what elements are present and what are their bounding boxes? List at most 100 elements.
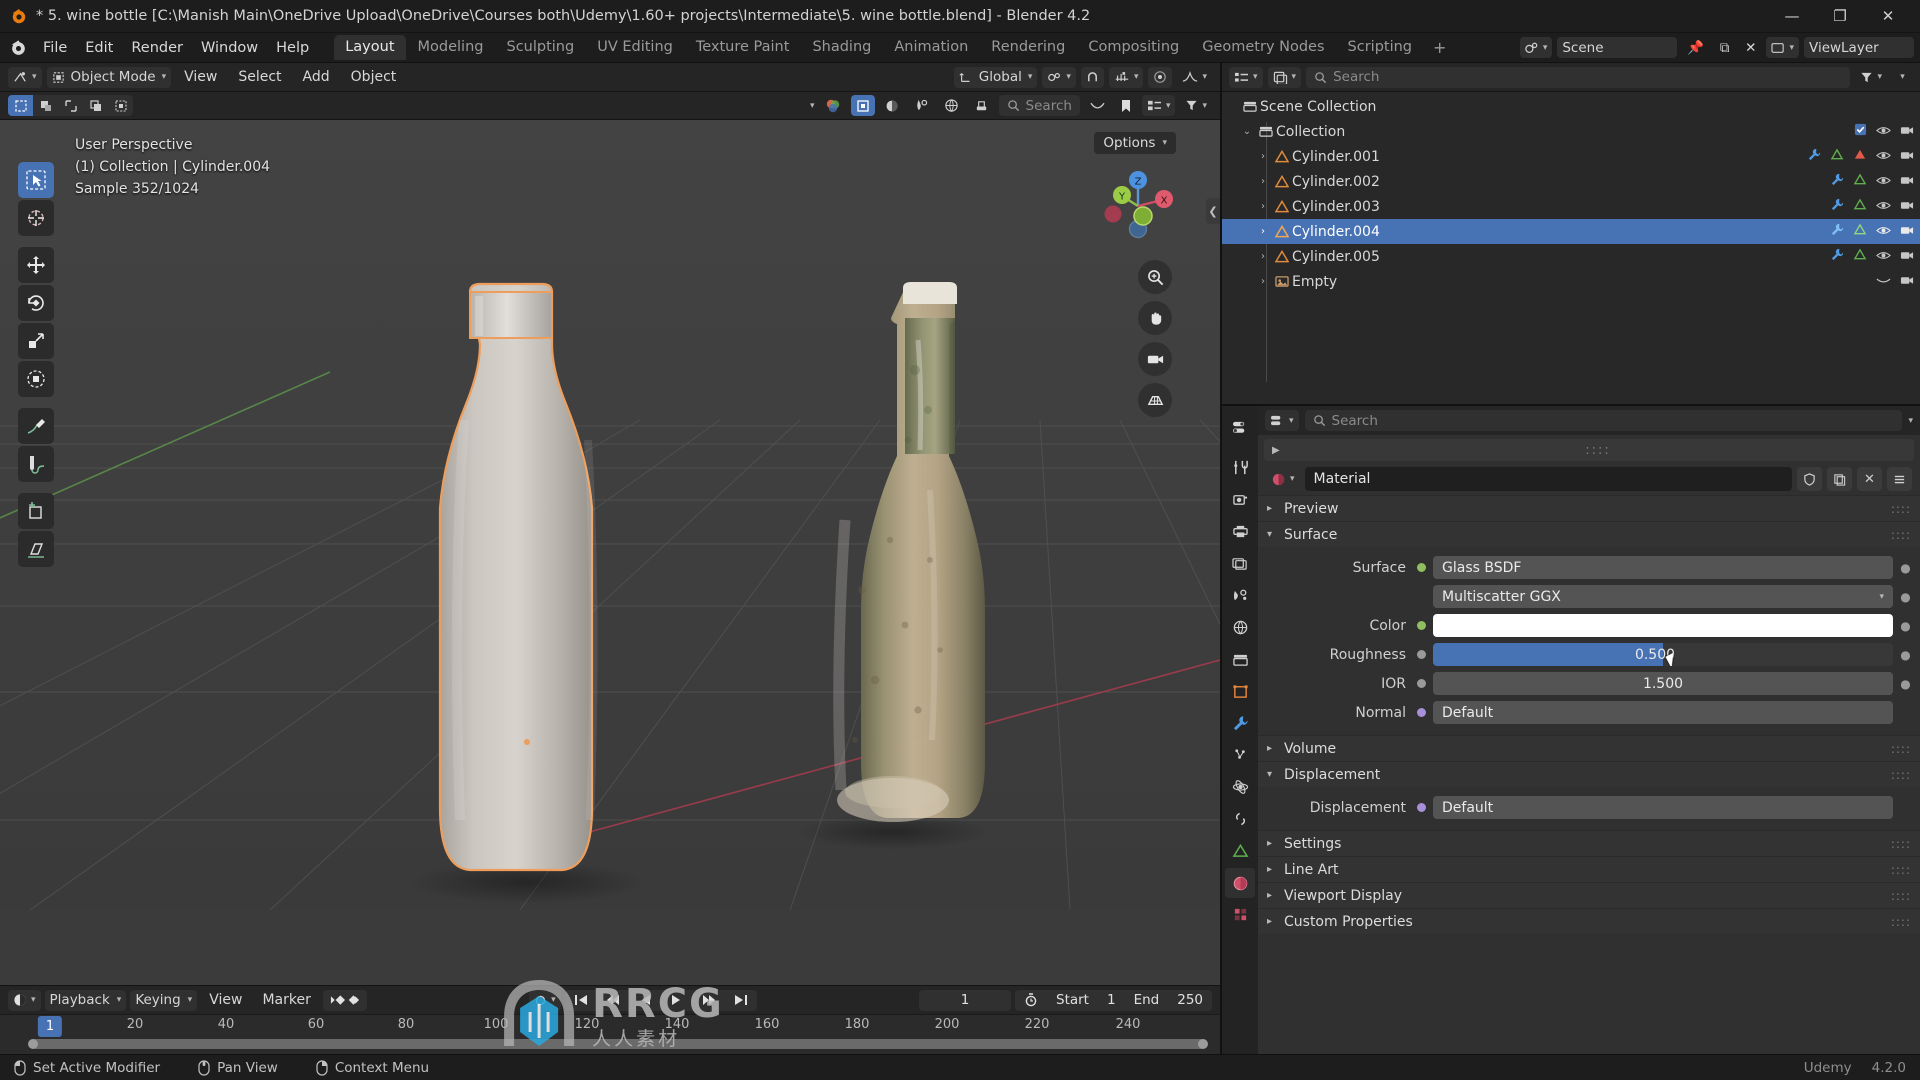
properties-breadcrumb[interactable]: ▶ :::: <box>1264 439 1914 461</box>
transform-tool-icon[interactable] <box>18 361 54 397</box>
outliner-collapse-icon[interactable]: ▾ <box>1892 67 1913 88</box>
zoom-view-icon[interactable] <box>1138 260 1172 294</box>
editor-type-icon[interactable]: ▾ <box>8 66 42 88</box>
mesh-data-icon[interactable] <box>1830 148 1844 165</box>
timeline-playhead[interactable]: 1 <box>37 1016 63 1037</box>
pan-view-icon[interactable] <box>1138 301 1172 335</box>
tab-layout[interactable]: Layout <box>334 35 406 60</box>
surface-animate-dot[interactable]: ● <box>1900 561 1911 575</box>
pin-scene-icon[interactable]: 📌 <box>1682 37 1709 58</box>
outliner-row-cylinder-001[interactable]: › Cylinder.001 <box>1222 144 1920 169</box>
shear-tool-icon[interactable] <box>18 531 54 567</box>
viewport-options-button[interactable]: Options ▾ <box>1094 132 1176 154</box>
add-workspace-button[interactable]: + <box>1424 36 1455 59</box>
viewlayer-name-field[interactable]: ViewLayer <box>1804 37 1914 58</box>
color-animate-dot[interactable]: ● <box>1900 619 1911 633</box>
outliner-row-cylinder-002[interactable]: › Cylinder.002 <box>1222 169 1920 194</box>
filter-curve-icon[interactable] <box>1085 95 1110 116</box>
outliner-search-input[interactable]: Search <box>1306 66 1851 88</box>
timeline-editor-type-icon[interactable]: ▾ <box>8 989 41 1011</box>
new-scene-icon[interactable]: ⧉ <box>1714 37 1735 58</box>
outliner-expand-arrow[interactable]: › <box>1254 276 1272 287</box>
select-intersect-icon[interactable] <box>108 95 133 116</box>
eye-icon[interactable] <box>1876 149 1891 165</box>
timeline-menu-marker[interactable]: Marker <box>254 990 318 1010</box>
camera-render-icon[interactable] <box>1900 274 1914 290</box>
distribution-dropdown[interactable]: Multiscatter GGX ▾ <box>1433 585 1893 608</box>
navigation-gizmo[interactable]: Z X Y <box>1098 166 1178 246</box>
cursor-tool-icon[interactable] <box>18 200 54 236</box>
viewport-menu-select[interactable]: Select <box>230 67 289 87</box>
properties-editor-type-icon[interactable] <box>1225 412 1255 442</box>
jump-to-start-button[interactable] <box>565 990 597 1011</box>
properties-collapse-caret[interactable]: ▾ <box>1908 416 1913 426</box>
menu-edit[interactable]: Edit <box>76 37 122 59</box>
distribution-animate-dot[interactable]: ● <box>1900 590 1911 604</box>
eye-icon[interactable] <box>1876 249 1891 265</box>
show-gizmo-icon[interactable] <box>850 95 875 116</box>
keying-menu[interactable]: Keying ▾ <box>130 989 198 1011</box>
snap-settings-icon[interactable]: ▾ <box>1108 66 1144 88</box>
outliner-row-cylinder-003[interactable]: › Cylinder.003 <box>1222 194 1920 219</box>
outliner-expand-arrow[interactable]: › <box>1254 151 1272 162</box>
falloff-curve-icon[interactable]: ▾ <box>1177 67 1212 88</box>
timeline-ruler[interactable]: 1 20 40 60 80 100 120 140 160 180 200 22… <box>0 1015 1220 1039</box>
wrench-modifier-icon[interactable] <box>1830 173 1844 190</box>
toggle-perspective-icon[interactable] <box>1138 383 1172 417</box>
normal-value-field[interactable]: Default <box>1433 701 1893 724</box>
keyframe-jump-group[interactable] <box>322 989 367 1011</box>
tab-rendering[interactable]: Rendering <box>980 35 1076 60</box>
view-layer-tab-icon[interactable] <box>1225 548 1255 578</box>
panel-settings[interactable]: ▸ Settings :::: <box>1258 830 1920 856</box>
eye-icon[interactable] <box>1876 224 1891 240</box>
camera-render-icon[interactable] <box>1900 149 1914 165</box>
output-tab-icon[interactable] <box>1225 516 1255 546</box>
material-options-icon[interactable] <box>1887 467 1912 491</box>
camera-view-icon[interactable] <box>1138 342 1172 376</box>
material-icon[interactable] <box>1853 148 1867 165</box>
close-button[interactable]: ✕ <box>1864 0 1912 33</box>
mesh-data-icon[interactable] <box>1853 198 1867 215</box>
eye-icon[interactable] <box>1876 174 1891 190</box>
transform-orientation-dropdown[interactable]: Global ▾ <box>953 66 1038 88</box>
panel-surface[interactable]: ▾ Surface :::: <box>1258 521 1920 547</box>
menu-render[interactable]: Render <box>122 37 192 59</box>
auto-keying-icon[interactable]: ▾ <box>529 989 561 1011</box>
gizmo-options-icon[interactable] <box>880 95 904 116</box>
tool-tab-icon[interactable] <box>1225 452 1255 482</box>
proportional-edit-icon[interactable] <box>1148 66 1173 88</box>
tab-modeling[interactable]: Modeling <box>407 35 495 60</box>
scene-name-field[interactable]: Scene <box>1557 37 1678 58</box>
add-cube-tool-icon[interactable] <box>18 493 54 529</box>
collection-checkbox[interactable] <box>1854 123 1867 140</box>
sidebar-collapse-arrow[interactable]: ❮ <box>1206 198 1220 224</box>
annotate-tool-icon[interactable] <box>18 408 54 444</box>
modifier-tab-icon[interactable] <box>1225 708 1255 738</box>
material-tab-icon[interactable] <box>1225 868 1255 898</box>
outliner-expand-arrow[interactable]: › <box>1254 176 1272 187</box>
interaction-mode-dropdown[interactable]: Object Mode ▾ <box>46 66 172 88</box>
physics-tab-icon[interactable] <box>1225 772 1255 802</box>
outliner-display-mode-icon[interactable]: ▾ <box>1267 66 1302 88</box>
wrench-modifier-icon[interactable] <box>1830 248 1844 265</box>
current-frame-field[interactable]: 1 <box>919 989 1011 1011</box>
world-tab-icon[interactable] <box>1225 612 1255 642</box>
ior-value-field[interactable]: 1.500 <box>1433 672 1893 695</box>
timeline-menu-view[interactable]: View <box>201 990 250 1010</box>
object-tab-icon[interactable] <box>1225 676 1255 706</box>
displacement-value-field[interactable]: Default <box>1433 796 1893 819</box>
wrench-modifier-icon[interactable] <box>1830 198 1844 215</box>
mesh-data-icon[interactable] <box>1853 248 1867 265</box>
fake-user-shield-icon[interactable] <box>1797 467 1822 491</box>
3d-viewport[interactable]: User Perspective (1) Collection | Cylind… <box>0 120 1220 985</box>
eye-closed-icon[interactable] <box>1876 274 1891 290</box>
prev-keyframe-button[interactable] <box>597 990 631 1011</box>
viewport-search-input[interactable]: Search <box>998 95 1080 116</box>
camera-render-icon[interactable] <box>1900 124 1914 140</box>
end-frame-value[interactable]: 250 <box>1168 990 1212 1011</box>
select-subtract-icon[interactable] <box>58 95 83 116</box>
xray-toggle-icon[interactable] <box>939 95 964 116</box>
color-swatch[interactable] <box>1433 614 1893 637</box>
panel-volume[interactable]: ▸ Volume :::: <box>1258 735 1920 761</box>
wrench-modifier-icon[interactable] <box>1807 148 1821 165</box>
